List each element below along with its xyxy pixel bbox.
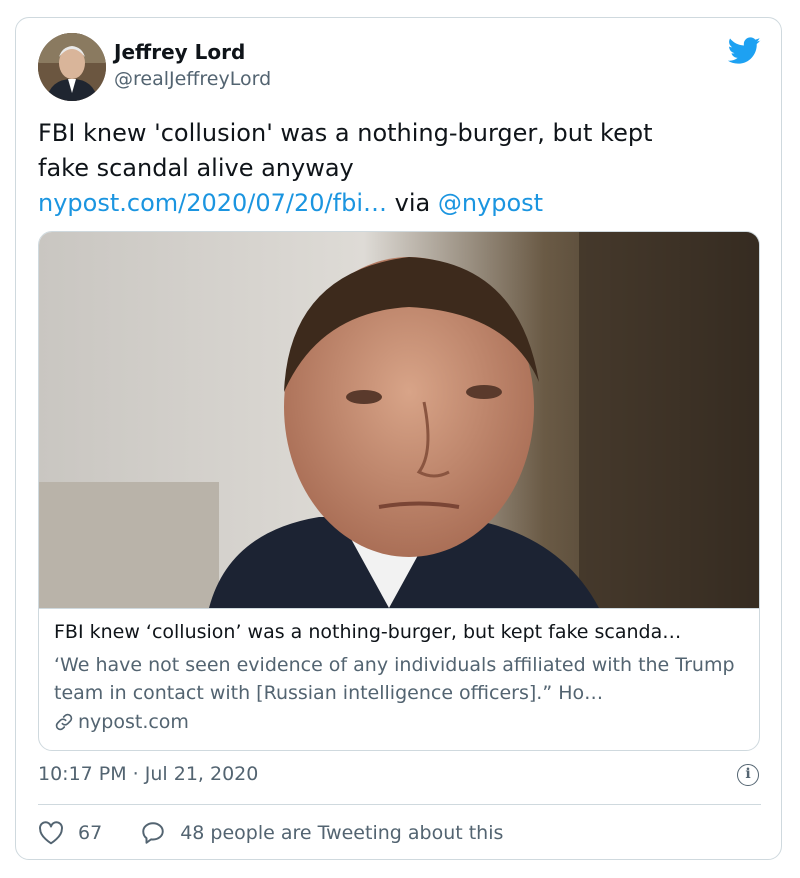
tweet-text-line2: fake scandal alive anyway <box>38 154 354 182</box>
author-name[interactable]: Jeffrey Lord <box>114 40 245 64</box>
tweeting-about-link[interactable]: 48 people are Tweeting about this <box>140 820 503 846</box>
like-button[interactable]: 67 <box>38 821 102 845</box>
avatar-image <box>38 33 106 101</box>
divider <box>38 804 761 805</box>
card-photo <box>39 232 759 608</box>
card-title: FBI knew ‘collusion’ was a nothing-burge… <box>54 621 682 643</box>
tweeting-about-text: 48 people are Tweeting about this <box>180 822 504 844</box>
card-image <box>39 232 759 608</box>
tweet-text-line1: FBI knew 'collusion' was a nothing-burge… <box>38 119 653 147</box>
twitter-bird-icon[interactable] <box>728 37 761 65</box>
tweet-text: FBI knew 'collusion' was a nothing-burge… <box>38 116 758 221</box>
card-domain-text: nypost.com <box>78 711 189 733</box>
card-body: FBI knew ‘collusion’ was a nothing-burge… <box>39 608 759 750</box>
tweet-link-line: nypost.com/2020/07/20/fbi… via @nypost <box>38 186 758 221</box>
info-icon[interactable]: i <box>737 764 759 786</box>
like-count: 67 <box>78 822 103 844</box>
speech-bubble-icon <box>142 822 164 844</box>
link-icon <box>55 713 73 731</box>
action-bar: 67 48 people are Tweeting about this <box>38 818 503 848</box>
author-handle[interactable]: @realJeffreyLord <box>114 68 271 90</box>
link-preview-card[interactable]: FBI knew ‘collusion’ was a nothing-burge… <box>38 231 760 751</box>
avatar[interactable] <box>38 33 106 101</box>
card-domain: nypost.com <box>54 711 189 733</box>
tweet-timestamp[interactable]: 10:17 PM · Jul 21, 2020 <box>38 763 258 785</box>
tweet-url-link[interactable]: nypost.com/2020/07/20/fbi… <box>38 189 387 217</box>
card-description: ‘We have not seen evidence of any indivi… <box>54 654 735 704</box>
heart-icon <box>39 821 63 845</box>
mention-link[interactable]: @nypost <box>438 189 543 217</box>
via-text: via <box>386 189 438 217</box>
tweet-card: Jeffrey Lord @realJeffreyLord FBI knew '… <box>15 17 782 860</box>
